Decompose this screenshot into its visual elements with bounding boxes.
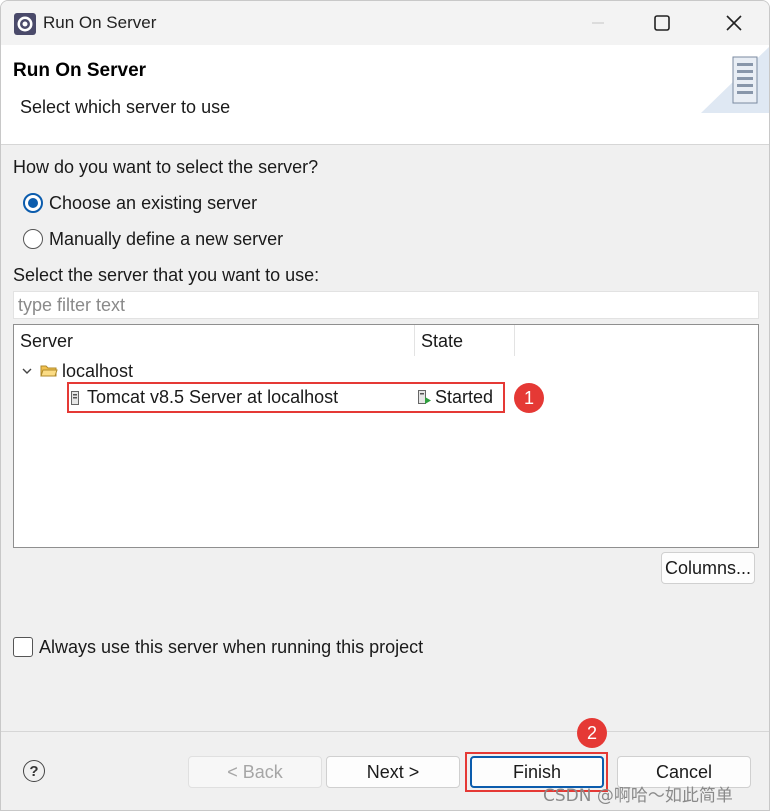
server-tower-icon [701, 46, 769, 113]
always-use-checkbox[interactable] [13, 637, 33, 657]
radio-new-indicator[interactable] [23, 229, 43, 249]
eclipse-app-icon [14, 13, 36, 35]
server-icon [71, 391, 79, 405]
server-table[interactable]: Server State localhost Tomcat v8.5 Serve… [13, 324, 759, 548]
always-use-label: Always use this server when running this… [39, 636, 424, 657]
annotation-badge-2: 2 [577, 718, 607, 748]
banner-title: Run On Server [13, 60, 147, 81]
always-use-checkbox-row[interactable]: Always use this server when running this… [13, 636, 423, 658]
server-name: Tomcat v8.5 Server at localhost [87, 387, 339, 407]
annotation-badge-1: 1 [514, 383, 544, 413]
wizard-banner: Run On Server Select which server to use [1, 45, 769, 145]
server-row-tomcat[interactable]: Tomcat v8.5 Server at localhost Started [67, 382, 505, 413]
maximize-button[interactable] [639, 7, 685, 39]
radio-existing-label: Choose an existing server [49, 192, 258, 213]
window-title: Run On Server [43, 13, 157, 32]
columns-button[interactable]: Columns... [661, 552, 755, 584]
watermark: CSDN @啊哈～如此简单 [543, 786, 733, 806]
minimize-button[interactable] [575, 7, 621, 39]
server-state: Started [435, 387, 494, 407]
filter-input[interactable] [13, 291, 759, 319]
close-button[interactable] [711, 7, 757, 39]
chevron-down-icon[interactable] [20, 364, 34, 378]
minimize-icon [592, 22, 604, 24]
folder-open-icon [40, 365, 58, 377]
selection-question: How do you want to select the server? [13, 157, 319, 177]
help-icon[interactable]: ? [23, 760, 45, 782]
radio-new-server[interactable]: Manually define a new server [23, 228, 283, 250]
column-header-state[interactable]: State [415, 325, 515, 356]
started-icon [418, 390, 431, 404]
run-on-server-dialog: Run On Server Run On Server Select which… [0, 0, 770, 811]
server-list-label: Select the server that you want to use: [13, 265, 320, 285]
radio-new-label: Manually define a new server [49, 228, 284, 249]
radio-existing-server[interactable]: Choose an existing server [23, 192, 257, 214]
footer-divider [1, 731, 769, 732]
column-header-server[interactable]: Server [14, 325, 415, 356]
tree-node-localhost[interactable]: localhost [20, 360, 133, 382]
host-name: localhost [62, 360, 134, 381]
back-button[interactable]: < Back [188, 756, 322, 788]
title-bar: Run On Server [1, 1, 769, 45]
close-icon [726, 15, 742, 31]
banner-subtitle: Select which server to use [20, 97, 231, 117]
next-button[interactable]: Next > [326, 756, 460, 788]
maximize-icon [654, 15, 670, 31]
radio-existing-indicator[interactable] [23, 193, 43, 213]
